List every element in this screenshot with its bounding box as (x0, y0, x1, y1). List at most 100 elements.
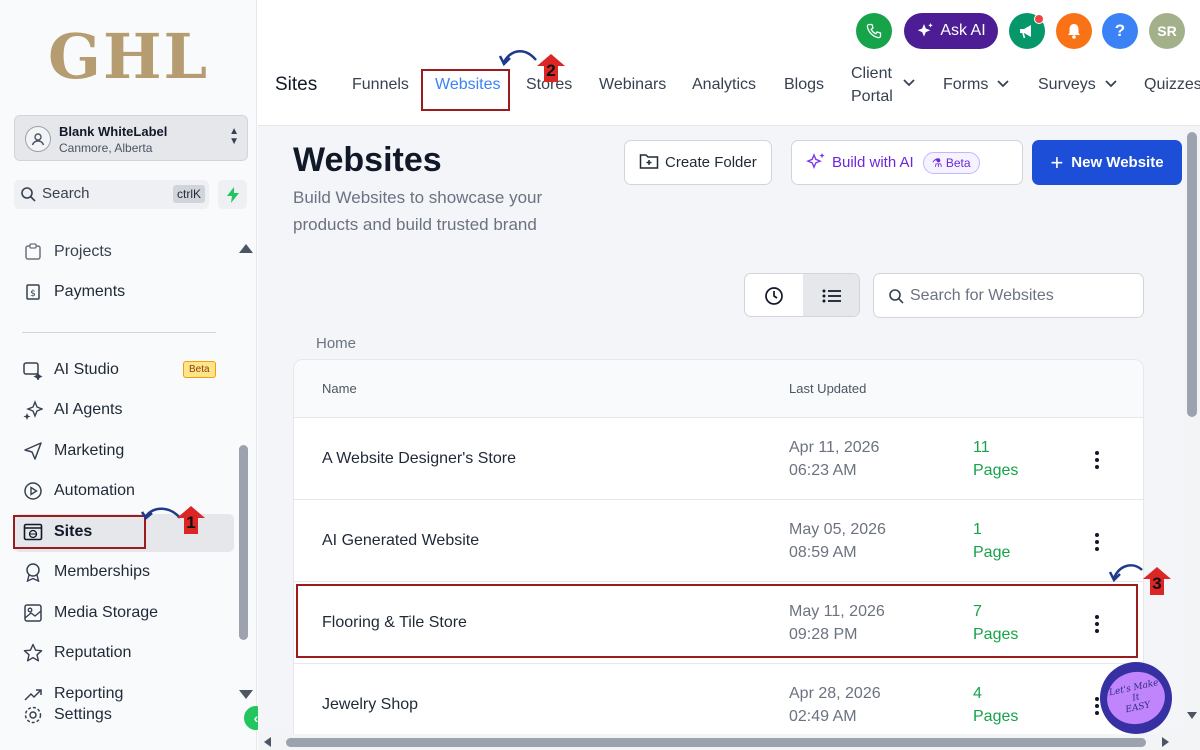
sidebar-item-label: Automation (54, 482, 135, 499)
brand-logo[interactable]: GHL (48, 22, 209, 92)
step-marker-3: 3 (1142, 566, 1172, 596)
create-folder-button[interactable]: Create Folder (624, 140, 772, 185)
sidebar-item-media-storage[interactable]: Media Storage (22, 598, 158, 628)
page-subtitle: Build Websites to showcase your products… (293, 188, 543, 234)
sidebar-item-ai-studio[interactable]: AI Studio (22, 355, 119, 385)
sidebar-scrollbar[interactable] (239, 445, 248, 640)
website-name[interactable]: A Website Designer's Store (322, 450, 516, 468)
breadcrumb[interactable]: Home (316, 335, 356, 352)
build-with-ai-button[interactable]: Build with AI ⚗ Beta (791, 140, 1023, 185)
scroll-left-arrow[interactable] (264, 737, 271, 747)
notifications-button[interactable] (1056, 13, 1092, 49)
website-name[interactable]: AI Generated Website (322, 532, 479, 550)
list-view-button[interactable] (803, 274, 859, 316)
scroll-right-arrow[interactable] (1162, 737, 1169, 747)
more-options-icon[interactable] (1090, 448, 1104, 472)
tab-forms[interactable]: Forms (943, 76, 1010, 94)
scrollbar-thumb[interactable] (1187, 132, 1197, 417)
beta-badge: ⚗ Beta (922, 151, 980, 174)
column-header-name[interactable]: Name (322, 381, 357, 396)
sidebar-item-ai-agents[interactable]: AI Agents (22, 395, 123, 425)
tab-analytics[interactable]: Analytics (692, 76, 756, 94)
gear-icon (22, 704, 44, 726)
recent-view-button[interactable] (745, 274, 803, 316)
highlight-sites (13, 515, 146, 549)
ask-ai-button[interactable]: Ask AI (904, 13, 998, 49)
view-toggle (744, 273, 860, 317)
help-label: ? (1114, 21, 1126, 40)
help-button[interactable]: ? (1102, 13, 1138, 49)
sidebar-item-settings[interactable]: Settings (22, 700, 112, 730)
play-icon (22, 480, 44, 502)
avatar-initials: SR (1157, 23, 1177, 39)
heart-icon: Let's Make It EASY (1102, 666, 1170, 730)
tab-quizzes[interactable]: Quizzes (1144, 76, 1200, 94)
sidebar-scroll-down[interactable] (239, 690, 253, 699)
phone-icon (866, 23, 882, 39)
sidebar-item-automation[interactable]: Automation (22, 476, 135, 506)
sidebar-scroll-up[interactable] (239, 244, 253, 253)
scrollbar-thumb[interactable] (286, 738, 1146, 747)
time: 02:49 AM (789, 708, 857, 725)
notification-dot (1034, 14, 1044, 24)
sidebar-item-marketing[interactable]: Marketing (22, 436, 124, 466)
tab-label: Client (851, 65, 892, 82)
search-websites-input[interactable]: Search for Websites (873, 273, 1144, 318)
main-vertical-scrollbar[interactable] (1184, 126, 1200, 736)
chevron-down-icon[interactable] (902, 78, 916, 88)
main-horizontal-scrollbar[interactable] (258, 734, 1200, 750)
tab-label: Funnels (352, 76, 409, 93)
scroll-down-arrow[interactable] (1187, 712, 1197, 719)
top-bar: Ask AI ? SR Sites Funnels Websites Store… (258, 0, 1200, 126)
phone-button[interactable] (856, 13, 892, 49)
page-count: 1 Page (973, 518, 1010, 564)
watermark-line: EASY (1124, 700, 1152, 716)
page-count: 4 Pages (973, 682, 1018, 728)
sidebar-item-label: AI Studio (54, 361, 119, 378)
image-icon (22, 602, 44, 624)
date: Apr 28, 2026 (789, 685, 881, 702)
sidebar-item-projects[interactable]: Projects (22, 237, 112, 267)
marker-number: 2 (546, 61, 556, 80)
sparkle-icon (22, 399, 44, 421)
beta-badge: Beta (183, 361, 216, 378)
search-shortcut-badge: ctrlK (173, 185, 205, 203)
flask-icon: ⚗ (931, 155, 943, 170)
table-row[interactable]: A Website Designer's Store Apr 11, 2026 0… (294, 418, 1143, 500)
build-with-ai-label: Build with AI (832, 154, 914, 171)
search-placeholder: Search for Websites (910, 286, 1054, 304)
send-icon (22, 440, 44, 462)
tab-blogs[interactable]: Blogs (784, 76, 824, 94)
step-marker-2: 2 (536, 53, 566, 83)
sidebar-item-reputation[interactable]: Reputation (22, 638, 131, 668)
table-row[interactable]: AI Generated Website May 05, 2026 08:59 A… (294, 500, 1143, 582)
tab-surveys[interactable]: Surveys (1038, 76, 1118, 94)
account-location: Canmore, Alberta (59, 141, 153, 155)
column-header-last-updated[interactable]: Last Updated (789, 381, 866, 396)
quick-action-button[interactable] (218, 180, 247, 209)
tab-webinars[interactable]: Webinars (599, 76, 666, 94)
account-switcher[interactable]: Blank WhiteLabel Canmore, Alberta ▲ ▼ (14, 115, 248, 161)
marker-number: 3 (1152, 574, 1162, 593)
more-options-icon[interactable] (1090, 530, 1104, 554)
ask-ai-label: Ask AI (940, 22, 986, 39)
payment-icon: $ (22, 281, 44, 303)
search-icon (20, 186, 36, 207)
ai-studio-icon (22, 359, 44, 381)
user-avatar[interactable]: SR (1149, 13, 1185, 49)
new-website-button[interactable]: + New Website (1032, 140, 1182, 185)
sidebar-search[interactable]: Search ctrlK (14, 180, 209, 209)
clock-icon (765, 287, 783, 305)
watermark-badge: Let's Make It EASY (1100, 662, 1172, 734)
clipboard-icon (22, 241, 44, 263)
tab-funnels[interactable]: Funnels (352, 76, 409, 94)
last-updated: Apr 28, 2026 02:49 AM (789, 682, 881, 728)
sidebar-item-label: Projects (54, 243, 112, 260)
sidebar-item-payments[interactable]: $ Payments (22, 277, 125, 307)
website-name[interactable]: Jewelry Shop (322, 696, 418, 714)
folder-plus-icon (639, 152, 659, 174)
sidebar-item-memberships[interactable]: Memberships (22, 557, 150, 587)
tab-client-portal[interactable]: Client Portal (851, 62, 893, 108)
announcements-button[interactable] (1009, 13, 1045, 49)
time: 06:23 AM (789, 462, 857, 479)
